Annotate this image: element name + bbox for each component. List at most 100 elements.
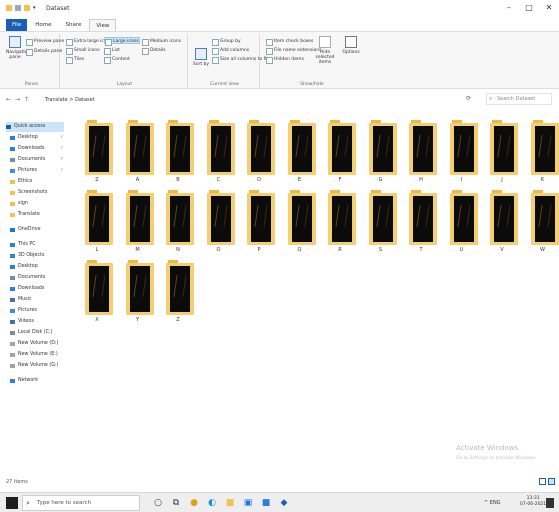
nav-item[interactable]: Network [10,376,38,386]
nav-item[interactable]: Desktop [10,262,38,272]
hidden-items[interactable]: Hidden items [266,56,304,64]
layout-large-icons[interactable]: Large icons [104,37,140,46]
folder-item[interactable]: A [118,120,158,188]
layout-list[interactable]: List [104,47,120,55]
layout-content[interactable]: Content [104,56,130,64]
folder-item[interactable]: V [482,190,522,258]
folder-item[interactable]: N [158,190,198,258]
nav-item[interactable]: Desktop ✓ [10,133,64,143]
folder-item[interactable]: Y [118,260,158,328]
group-by-button[interactable]: Group by [212,38,241,46]
add-columns-button[interactable]: Add columns [212,47,249,55]
new-folder-icon[interactable] [24,5,30,11]
folder-item[interactable]: Z [158,260,198,328]
size-columns-button[interactable]: Size all columns to fit [212,56,268,64]
layout-tiles[interactable]: Tiles [66,56,84,64]
breadcrumb[interactable]: Translate > Dataset [45,97,95,103]
folder-item[interactable]: T [401,190,441,258]
taskbar-search[interactable]: ⌕ Type here to search [22,495,140,511]
layout-details[interactable]: Details [142,47,166,55]
preview-pane-button[interactable]: Preview pane [26,38,64,46]
folder-item[interactable]: R [320,190,360,258]
clock[interactable]: 13:31 07-06-2021 [520,496,546,508]
nav-item[interactable]: Music [10,295,32,305]
address-bar[interactable]: Translate > Dataset [38,93,458,105]
nav-item[interactable]: OneDrive [10,225,41,235]
folder-item[interactable]: B [158,120,198,188]
back-icon[interactable]: ← [6,96,11,103]
tab-home[interactable]: Home [29,19,57,31]
tab-view[interactable]: View [89,19,117,31]
forward-icon[interactable]: → [15,96,20,103]
nav-item[interactable]: New Volume (G:) [10,361,58,371]
folder-item[interactable]: O [199,190,239,258]
system-tray[interactable]: ^ ENG [484,493,501,512]
nav-item[interactable]: Screenshots [10,188,47,198]
maximize-button[interactable]: □ [519,0,539,16]
start-button[interactable] [6,497,18,509]
details-pane-button[interactable]: Details pane [26,48,62,56]
navigation-pane-button[interactable]: Navigation pane [6,36,30,60]
nav-item[interactable]: Videos [10,317,34,327]
dropdown-icon[interactable]: ▾ [33,5,39,11]
folder-item[interactable]: D [239,120,279,188]
nav-item[interactable]: Ethics [10,177,32,187]
nav-item[interactable]: New Volume (E:) [10,350,58,360]
nav-item[interactable]: 3D Objects [10,251,44,261]
folder-item[interactable]: J [482,120,522,188]
folder-item[interactable]: H [401,120,441,188]
folder-item[interactable]: F [320,120,360,188]
sort-by-button[interactable]: Sort by [192,48,210,67]
nav-item[interactable]: Local Disk (C:) [10,328,53,338]
cortana-icon[interactable]: ○ [152,497,164,509]
notification-icon[interactable] [546,498,554,508]
refresh-icon[interactable]: ⟳ [466,93,471,105]
nav-item[interactable]: Documents [10,273,45,283]
file-explorer-icon[interactable]: ■ [224,497,236,509]
folder-item[interactable]: M [118,190,158,258]
options-button[interactable]: Options [342,36,360,55]
details-view-icon[interactable] [539,478,546,485]
close-button[interactable]: ✕ [539,0,559,16]
folder-item[interactable]: E [280,120,320,188]
folder-item[interactable]: Q [280,190,320,258]
minimize-button[interactable]: – [499,0,519,16]
edge-icon[interactable]: ◐ [206,497,218,509]
nav-item[interactable]: Downloads ✓ [10,144,64,154]
tab-file[interactable]: File [6,19,28,31]
nav-item[interactable]: Pictures [10,306,37,316]
folder-item[interactable]: X [77,260,117,328]
search-box[interactable]: ⌕ Search Dataset [486,93,552,105]
folder-item[interactable]: G [361,120,401,188]
task-view-icon[interactable]: ⧉ [170,497,182,509]
folder-item[interactable]: U [442,190,482,258]
hide-selected-items-button[interactable]: Hide selected items [312,36,338,65]
folder-item[interactable]: C [199,120,239,188]
folder-item[interactable]: Z [77,120,117,188]
up-icon[interactable]: ↑ [24,96,29,103]
chrome-icon[interactable]: ● [188,497,200,509]
large-icons-view-icon[interactable] [548,478,555,485]
nav-item[interactable]: New Volume (D:) [10,339,58,349]
nav-item[interactable]: sign [10,199,28,209]
folder-item[interactable]: L [77,190,117,258]
item-check-boxes[interactable]: Item check boxes [266,38,313,46]
properties-icon[interactable] [15,5,21,11]
nav-item[interactable]: Quick access [6,122,64,132]
folder-item[interactable]: S [361,190,401,258]
folder-item[interactable]: I [442,120,482,188]
folder-item[interactable]: W [523,190,559,258]
nav-item[interactable]: Translate [10,210,40,220]
nav-item[interactable]: This PC [10,240,36,250]
folder-item[interactable]: P [239,190,279,258]
folder-item[interactable]: K [523,120,559,188]
app-icon[interactable]: ■ [260,497,272,509]
photos-icon[interactable]: ◆ [278,497,290,509]
nav-item[interactable]: Pictures ✓ [10,166,64,176]
layout-medium-icons[interactable]: Medium icons [142,38,181,46]
nav-item[interactable]: Downloads [10,284,44,294]
tab-share[interactable]: Share [59,19,87,31]
store-icon[interactable]: ▣ [242,497,254,509]
nav-item[interactable]: Documents ✓ [10,155,64,165]
layout-small-icons[interactable]: Small icons [66,47,100,55]
